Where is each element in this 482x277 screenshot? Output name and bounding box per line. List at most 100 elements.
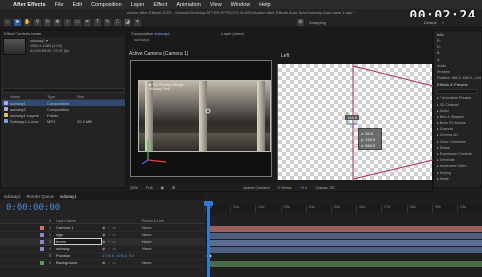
composition-tab-name[interactable]: subway1: [154, 31, 170, 36]
home-icon[interactable]: ⌂: [4, 18, 11, 26]
info-panel-title[interactable]: Info: [434, 31, 481, 38]
label-color-swatch[interactable]: [40, 225, 44, 230]
eraser-tool-icon[interactable]: ◪: [124, 18, 131, 26]
layer-name[interactable]: Camera 1: [54, 225, 102, 230]
layer-name[interactable]: subway: [54, 246, 102, 251]
menu-view[interactable]: View: [210, 2, 222, 8]
menu-help[interactable]: Help: [259, 2, 270, 8]
composition-breadcrumb[interactable]: subway1: [128, 37, 432, 43]
col-size[interactable]: Size: [77, 95, 97, 99]
views-dropdown[interactable]: 2 Views: [278, 185, 292, 190]
layer-switches[interactable]: ◉ ⁄ ▭: [102, 260, 142, 265]
orbit-tool-icon[interactable]: ↻: [44, 18, 51, 26]
layer-switches[interactable]: ◉ ⁄ ▭: [102, 232, 142, 237]
hand-tool-icon[interactable]: ✋: [24, 18, 31, 26]
layer-switches[interactable]: ◉ ⁄ ▭: [102, 225, 142, 230]
pan-tool-icon[interactable]: ✥: [54, 18, 61, 26]
layer-switches[interactable]: ◉ ⁄ ▭: [102, 246, 142, 251]
col-type[interactable]: Type: [47, 95, 77, 99]
playhead-handle[interactable]: [204, 201, 213, 206]
parent-dropdown[interactable]: None: [142, 260, 172, 265]
tab-subway2[interactable]: subway2: [4, 194, 21, 199]
layer-row[interactable]: 5 Background ◉ ⁄ ▭ None: [0, 260, 205, 267]
snapping-label[interactable]: Snapping: [309, 20, 326, 25]
app-name-menu[interactable]: After Effects: [13, 2, 46, 8]
col-name[interactable]: Name: [2, 95, 47, 99]
menu-effect[interactable]: Effect: [153, 2, 167, 8]
grid-icon[interactable]: ⊞: [172, 185, 175, 190]
selection-tool-icon[interactable]: ➤: [14, 18, 21, 26]
layer-duration-bar[interactable]: [209, 239, 482, 246]
resolution-dropdown[interactable]: Full: [146, 185, 152, 190]
active-camera-dropdown[interactable]: Active Camera: [243, 185, 269, 190]
parent-dropdown[interactable]: None: [142, 232, 172, 237]
anchor-point-icon[interactable]: [205, 108, 211, 114]
effect-controls-tab[interactable]: Effect Controls beam: [1, 30, 125, 37]
z-axis-arrow[interactable]: [141, 159, 149, 165]
label-color-swatch[interactable]: [40, 232, 44, 237]
position-value[interactable]: 1740.0, 675.0, 0.0: [102, 253, 162, 258]
menu-composition[interactable]: Composition: [91, 2, 122, 8]
col-parent[interactable]: Parent & Link: [142, 219, 182, 223]
rectangle-tool-icon[interactable]: ▭: [74, 18, 81, 26]
col-layer-name[interactable]: Layer Name: [54, 219, 142, 223]
current-time-indicator[interactable]: [207, 201, 210, 277]
layer-duration-bar[interactable]: [209, 232, 482, 239]
menu-layer[interactable]: Layer: [131, 2, 145, 8]
menu-animation[interactable]: Animation: [176, 2, 200, 8]
menu-file[interactable]: File: [55, 2, 64, 8]
layer-switches[interactable]: ◉ ⁄ ▭: [102, 239, 142, 244]
puppet-tool-icon[interactable]: ✶: [134, 18, 141, 26]
tab-render-queue[interactable]: Render Queue: [27, 194, 54, 199]
effects-presets-title[interactable]: Effects & Presets: [434, 81, 481, 88]
brush-tool-icon[interactable]: ✎: [104, 18, 111, 26]
project-item[interactable]: Subway1-1.mov MP4 20.3 MB: [2, 118, 125, 124]
stamp-tool-icon[interactable]: ⎍: [114, 18, 121, 26]
3d-axis-gizmo[interactable]: [138, 100, 208, 170]
layer-row[interactable]: 4 subway ◉ ⁄ ▭ None: [0, 246, 205, 253]
property-row[interactable]: ⏱ Position 1740.0, 675.0, 0.0: [0, 253, 205, 260]
frustum-edge: [352, 65, 433, 87]
renderer-dropdown[interactable]: Classic 3D: [315, 185, 334, 190]
project-item-type: Composition: [47, 106, 70, 112]
layer-duration-bar[interactable]: [209, 246, 482, 253]
workspace-more-icon[interactable]: »: [442, 20, 444, 25]
parent-dropdown[interactable]: None: [142, 246, 172, 251]
composition-icon: [4, 107, 8, 111]
project-item-type: MP4: [47, 118, 56, 124]
x-axis-arrow[interactable]: [147, 159, 167, 163]
pen-tool-icon[interactable]: ✒: [84, 18, 91, 26]
zoom-tool-icon[interactable]: ⚲: [34, 18, 41, 26]
layer-name[interactable]: Background: [54, 260, 102, 265]
menu-window[interactable]: Window: [231, 2, 251, 8]
label-color-swatch[interactable]: [40, 260, 44, 265]
layer-name[interactable]: sign: [54, 232, 102, 237]
layer-name-input[interactable]: beam: [54, 238, 102, 246]
label-color-swatch[interactable]: [40, 239, 44, 244]
camera-icon[interactable]: ◉: [160, 185, 164, 190]
tab-subway1[interactable]: subway1: [60, 194, 77, 199]
project-search-input[interactable]: [2, 88, 125, 93]
effects-search-input[interactable]: [437, 89, 478, 95]
parent-dropdown[interactable]: None: [142, 225, 172, 230]
zoom-dropdown[interactable]: 25%: [130, 185, 138, 190]
menu-edit[interactable]: Edit: [73, 2, 82, 8]
effects-category[interactable]: ▸ Matte: [434, 176, 481, 182]
time-ruler[interactable]: 0s 01s 02s 03s 04s 05s 06s 07s 08s 09s 1…: [205, 205, 482, 213]
layer-tab[interactable]: Layer (none): [221, 31, 244, 36]
layer-row[interactable]: 1 Camera 1 ◉ ⁄ ▭ None: [0, 225, 205, 232]
dolly-tool-icon[interactable]: ↕: [64, 18, 71, 26]
type-tool-icon[interactable]: T: [94, 18, 101, 26]
layer-row[interactable]: 2 sign ◉ ⁄ ▭ None: [0, 232, 205, 239]
layer-row[interactable]: 3 beam ◉ ⁄ ▭ None: [0, 238, 205, 246]
stopwatch-icon[interactable]: ⏱: [46, 253, 54, 258]
composition-tab-label[interactable]: Composition: [131, 31, 153, 36]
label-color-swatch[interactable]: [40, 246, 44, 251]
workspace-default[interactable]: Default: [424, 20, 437, 25]
current-time-display[interactable]: 0:00:00:00: [6, 203, 60, 213]
layer-duration-bar[interactable]: [209, 260, 482, 267]
exposure-value[interactable]: +0.0: [300, 185, 308, 190]
layer-duration-bar[interactable]: [209, 225, 482, 232]
parent-dropdown[interactable]: None: [142, 239, 172, 244]
snapping-icon[interactable]: ⊞: [297, 18, 304, 26]
